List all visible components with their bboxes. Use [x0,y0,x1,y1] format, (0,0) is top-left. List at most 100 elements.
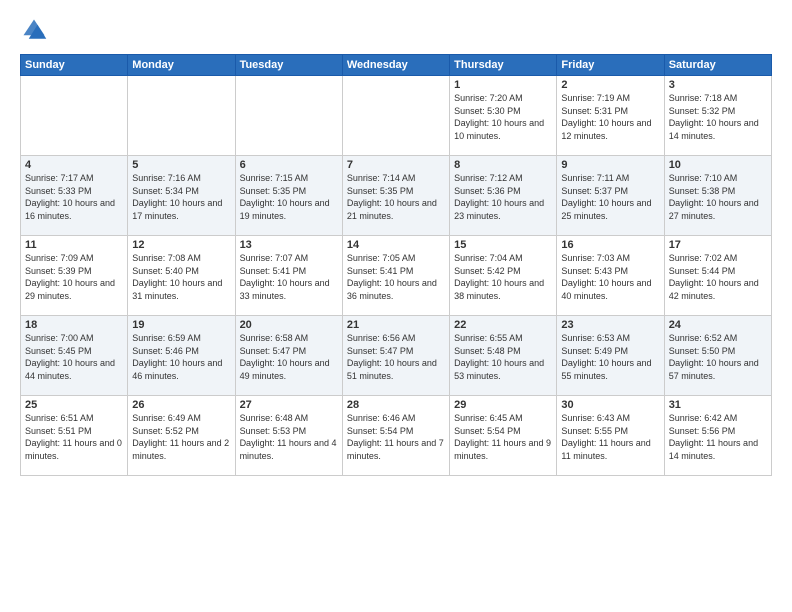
calendar-table: SundayMondayTuesdayWednesdayThursdayFrid… [20,54,772,476]
calendar-day-2: 2Sunrise: 7:19 AM Sunset: 5:31 PM Daylig… [557,76,664,156]
logo [20,16,52,44]
weekday-header-friday: Friday [557,55,664,76]
weekday-header-sunday: Sunday [21,55,128,76]
calendar-day-4: 4Sunrise: 7:17 AM Sunset: 5:33 PM Daylig… [21,156,128,236]
day-info: Sunrise: 6:42 AM Sunset: 5:56 PM Dayligh… [669,412,767,462]
day-info: Sunrise: 7:09 AM Sunset: 5:39 PM Dayligh… [25,252,123,302]
day-info: Sunrise: 6:49 AM Sunset: 5:52 PM Dayligh… [132,412,230,462]
calendar-week-row: 18Sunrise: 7:00 AM Sunset: 5:45 PM Dayli… [21,316,772,396]
day-number: 28 [347,399,445,411]
calendar-week-row: 4Sunrise: 7:17 AM Sunset: 5:33 PM Daylig… [21,156,772,236]
day-info: Sunrise: 6:53 AM Sunset: 5:49 PM Dayligh… [561,332,659,382]
calendar-day-27: 27Sunrise: 6:48 AM Sunset: 5:53 PM Dayli… [235,396,342,476]
day-number: 7 [347,159,445,171]
day-info: Sunrise: 7:07 AM Sunset: 5:41 PM Dayligh… [240,252,338,302]
calendar-day-9: 9Sunrise: 7:11 AM Sunset: 5:37 PM Daylig… [557,156,664,236]
calendar-day-19: 19Sunrise: 6:59 AM Sunset: 5:46 PM Dayli… [128,316,235,396]
calendar-day-28: 28Sunrise: 6:46 AM Sunset: 5:54 PM Dayli… [342,396,449,476]
calendar-day-18: 18Sunrise: 7:00 AM Sunset: 5:45 PM Dayli… [21,316,128,396]
calendar-week-row: 11Sunrise: 7:09 AM Sunset: 5:39 PM Dayli… [21,236,772,316]
calendar-day-3: 3Sunrise: 7:18 AM Sunset: 5:32 PM Daylig… [664,76,771,156]
calendar-day-26: 26Sunrise: 6:49 AM Sunset: 5:52 PM Dayli… [128,396,235,476]
day-number: 27 [240,399,338,411]
day-info: Sunrise: 7:04 AM Sunset: 5:42 PM Dayligh… [454,252,552,302]
day-number: 10 [669,159,767,171]
calendar-day-21: 21Sunrise: 6:56 AM Sunset: 5:47 PM Dayli… [342,316,449,396]
day-info: Sunrise: 7:20 AM Sunset: 5:30 PM Dayligh… [454,92,552,142]
day-number: 21 [347,319,445,331]
day-info: Sunrise: 7:14 AM Sunset: 5:35 PM Dayligh… [347,172,445,222]
calendar-day-22: 22Sunrise: 6:55 AM Sunset: 5:48 PM Dayli… [450,316,557,396]
calendar-day-23: 23Sunrise: 6:53 AM Sunset: 5:49 PM Dayli… [557,316,664,396]
weekday-header-row: SundayMondayTuesdayWednesdayThursdayFrid… [21,55,772,76]
day-info: Sunrise: 7:05 AM Sunset: 5:41 PM Dayligh… [347,252,445,302]
day-info: Sunrise: 7:16 AM Sunset: 5:34 PM Dayligh… [132,172,230,222]
logo-icon [20,16,48,44]
day-info: Sunrise: 7:03 AM Sunset: 5:43 PM Dayligh… [561,252,659,302]
calendar-day-12: 12Sunrise: 7:08 AM Sunset: 5:40 PM Dayli… [128,236,235,316]
day-number: 18 [25,319,123,331]
calendar-week-row: 1Sunrise: 7:20 AM Sunset: 5:30 PM Daylig… [21,76,772,156]
calendar-empty-cell [235,76,342,156]
day-number: 15 [454,239,552,251]
calendar-day-7: 7Sunrise: 7:14 AM Sunset: 5:35 PM Daylig… [342,156,449,236]
calendar-day-29: 29Sunrise: 6:45 AM Sunset: 5:54 PM Dayli… [450,396,557,476]
day-info: Sunrise: 7:00 AM Sunset: 5:45 PM Dayligh… [25,332,123,382]
day-number: 29 [454,399,552,411]
day-info: Sunrise: 6:48 AM Sunset: 5:53 PM Dayligh… [240,412,338,462]
calendar-day-6: 6Sunrise: 7:15 AM Sunset: 5:35 PM Daylig… [235,156,342,236]
day-number: 14 [347,239,445,251]
day-info: Sunrise: 6:58 AM Sunset: 5:47 PM Dayligh… [240,332,338,382]
page-header [20,16,772,44]
day-number: 17 [669,239,767,251]
day-info: Sunrise: 7:02 AM Sunset: 5:44 PM Dayligh… [669,252,767,302]
day-number: 16 [561,239,659,251]
day-info: Sunrise: 7:11 AM Sunset: 5:37 PM Dayligh… [561,172,659,222]
day-info: Sunrise: 6:46 AM Sunset: 5:54 PM Dayligh… [347,412,445,462]
day-number: 23 [561,319,659,331]
day-number: 22 [454,319,552,331]
day-info: Sunrise: 7:19 AM Sunset: 5:31 PM Dayligh… [561,92,659,142]
calendar-empty-cell [21,76,128,156]
day-number: 2 [561,79,659,91]
day-info: Sunrise: 6:51 AM Sunset: 5:51 PM Dayligh… [25,412,123,462]
day-info: Sunrise: 7:17 AM Sunset: 5:33 PM Dayligh… [25,172,123,222]
calendar-day-16: 16Sunrise: 7:03 AM Sunset: 5:43 PM Dayli… [557,236,664,316]
day-number: 12 [132,239,230,251]
calendar-day-24: 24Sunrise: 6:52 AM Sunset: 5:50 PM Dayli… [664,316,771,396]
day-info: Sunrise: 6:55 AM Sunset: 5:48 PM Dayligh… [454,332,552,382]
calendar-day-17: 17Sunrise: 7:02 AM Sunset: 5:44 PM Dayli… [664,236,771,316]
day-info: Sunrise: 7:12 AM Sunset: 5:36 PM Dayligh… [454,172,552,222]
calendar-empty-cell [342,76,449,156]
day-number: 24 [669,319,767,331]
day-number: 19 [132,319,230,331]
calendar-day-15: 15Sunrise: 7:04 AM Sunset: 5:42 PM Dayli… [450,236,557,316]
day-info: Sunrise: 7:15 AM Sunset: 5:35 PM Dayligh… [240,172,338,222]
day-number: 13 [240,239,338,251]
calendar-day-13: 13Sunrise: 7:07 AM Sunset: 5:41 PM Dayli… [235,236,342,316]
day-number: 11 [25,239,123,251]
calendar-day-14: 14Sunrise: 7:05 AM Sunset: 5:41 PM Dayli… [342,236,449,316]
day-number: 20 [240,319,338,331]
day-info: Sunrise: 6:43 AM Sunset: 5:55 PM Dayligh… [561,412,659,462]
calendar-day-30: 30Sunrise: 6:43 AM Sunset: 5:55 PM Dayli… [557,396,664,476]
calendar-day-1: 1Sunrise: 7:20 AM Sunset: 5:30 PM Daylig… [450,76,557,156]
weekday-header-thursday: Thursday [450,55,557,76]
day-number: 31 [669,399,767,411]
day-info: Sunrise: 7:10 AM Sunset: 5:38 PM Dayligh… [669,172,767,222]
calendar-day-25: 25Sunrise: 6:51 AM Sunset: 5:51 PM Dayli… [21,396,128,476]
day-info: Sunrise: 7:18 AM Sunset: 5:32 PM Dayligh… [669,92,767,142]
calendar-day-8: 8Sunrise: 7:12 AM Sunset: 5:36 PM Daylig… [450,156,557,236]
calendar-day-11: 11Sunrise: 7:09 AM Sunset: 5:39 PM Dayli… [21,236,128,316]
day-info: Sunrise: 6:56 AM Sunset: 5:47 PM Dayligh… [347,332,445,382]
day-number: 6 [240,159,338,171]
day-info: Sunrise: 6:59 AM Sunset: 5:46 PM Dayligh… [132,332,230,382]
weekday-header-monday: Monday [128,55,235,76]
calendar-day-10: 10Sunrise: 7:10 AM Sunset: 5:38 PM Dayli… [664,156,771,236]
day-info: Sunrise: 6:45 AM Sunset: 5:54 PM Dayligh… [454,412,552,462]
day-number: 8 [454,159,552,171]
calendar-empty-cell [128,76,235,156]
day-number: 1 [454,79,552,91]
calendar-day-5: 5Sunrise: 7:16 AM Sunset: 5:34 PM Daylig… [128,156,235,236]
day-number: 9 [561,159,659,171]
